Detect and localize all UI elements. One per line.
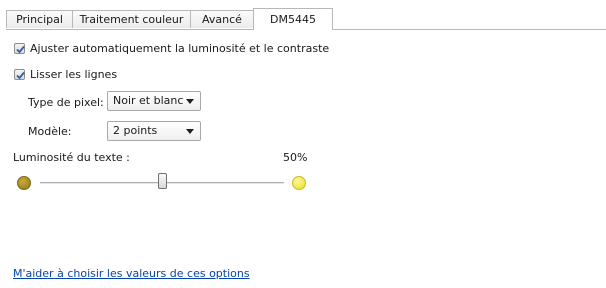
chevron-down-icon bbox=[186, 99, 194, 104]
model-select[interactable]: 2 points bbox=[107, 121, 201, 141]
help-link[interactable]: M'aider à choisir les valeurs de ces opt… bbox=[13, 267, 250, 280]
auto-brightness-option[interactable]: Ajuster automatiquement la luminosité et… bbox=[14, 42, 329, 55]
checkmark-icon bbox=[16, 45, 25, 54]
tab-bar: Principal Traitement couleur Avancé DM54… bbox=[6, 8, 606, 30]
tab-dm5445[interactable]: DM5445 bbox=[253, 8, 333, 30]
tab-principal[interactable]: Principal bbox=[6, 10, 73, 28]
text-brightness-value: 50% bbox=[283, 151, 308, 164]
brightness-slider-thumb[interactable] bbox=[158, 173, 167, 189]
smooth-lines-label: Lisser les lignes bbox=[30, 68, 118, 81]
model-label: Modèle: bbox=[28, 125, 72, 138]
tab-traitement-couleur[interactable]: Traitement couleur bbox=[72, 10, 191, 28]
light-brightness-icon bbox=[292, 176, 306, 190]
auto-brightness-checkbox[interactable] bbox=[14, 43, 25, 54]
dark-brightness-icon bbox=[17, 176, 31, 190]
pixel-type-value: Noir et blanc bbox=[113, 94, 184, 107]
tab-avance[interactable]: Avancé bbox=[190, 10, 254, 28]
pixel-type-select[interactable]: Noir et blanc bbox=[107, 91, 201, 111]
chevron-down-icon bbox=[186, 129, 194, 134]
pixel-type-label: Type de pixel: bbox=[28, 96, 104, 109]
smooth-lines-checkbox[interactable] bbox=[14, 69, 25, 80]
text-brightness-label: Luminosité du texte : bbox=[13, 151, 130, 164]
smooth-lines-option[interactable]: Lisser les lignes bbox=[14, 68, 117, 81]
auto-brightness-label: Ajuster automatiquement la luminosité et… bbox=[30, 42, 330, 55]
model-value: 2 points bbox=[113, 124, 158, 137]
checkmark-icon bbox=[16, 71, 25, 80]
